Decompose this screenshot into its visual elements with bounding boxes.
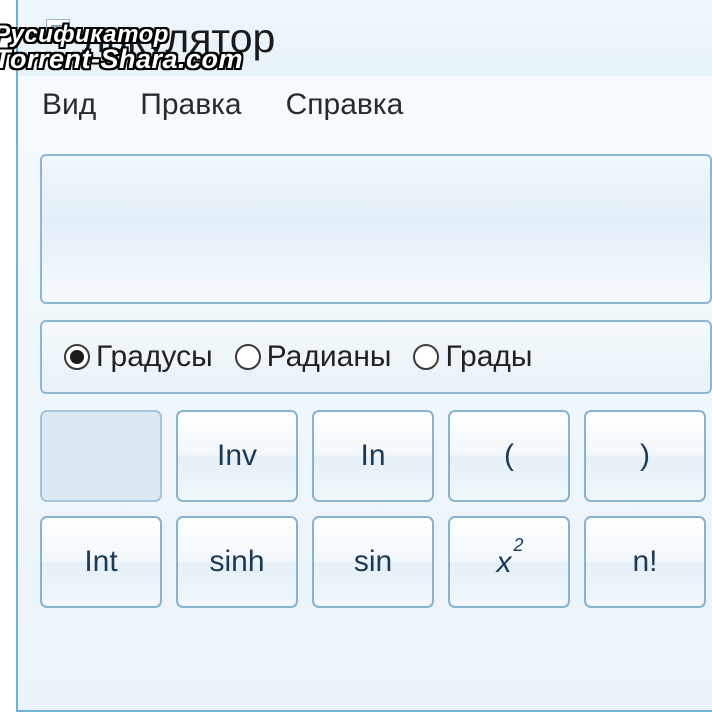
- button-sin[interactable]: sin: [312, 516, 434, 608]
- client-area: Градусы Радианы Грады Inv In ( ) Int sin: [28, 142, 712, 620]
- button-close-paren[interactable]: ): [584, 410, 706, 502]
- button-open-paren[interactable]: (: [448, 410, 570, 502]
- watermark: Русификатор Torrent-Shara.com: [0, 24, 243, 72]
- radio-degrees[interactable]: Градусы: [64, 340, 213, 374]
- radio-radians[interactable]: Радианы: [235, 340, 392, 374]
- radio-dot-icon: [235, 344, 261, 370]
- button-int[interactable]: Int: [40, 516, 162, 608]
- radio-radians-label: Радианы: [267, 340, 392, 374]
- radio-dot-icon: [413, 344, 439, 370]
- radio-dot-icon: [64, 344, 90, 370]
- button-inv[interactable]: Inv: [176, 410, 298, 502]
- menu-view[interactable]: Вид: [42, 88, 96, 122]
- display: [40, 154, 712, 304]
- radio-grads[interactable]: Грады: [413, 340, 532, 374]
- keypad: Inv In ( ) Int sinh sin x2 n!: [40, 410, 712, 608]
- button-x-squared[interactable]: x2: [448, 516, 570, 608]
- x-squared-base: x: [496, 546, 511, 579]
- menubar: Вид Правка Справка: [18, 76, 712, 134]
- radio-degrees-label: Градусы: [96, 340, 213, 374]
- calculator-window: лькулятор Вид Правка Справка Градусы Рад…: [16, 0, 712, 712]
- button-blank[interactable]: [40, 410, 162, 502]
- menu-help[interactable]: Справка: [286, 88, 404, 122]
- menu-edit[interactable]: Правка: [140, 88, 241, 122]
- x-squared-exp: 2: [513, 535, 523, 555]
- button-factorial[interactable]: n!: [584, 516, 706, 608]
- radio-grads-label: Грады: [445, 340, 532, 374]
- button-sinh[interactable]: sinh: [176, 516, 298, 608]
- angle-mode-group: Градусы Радианы Грады: [40, 320, 712, 394]
- button-ln[interactable]: In: [312, 410, 434, 502]
- watermark-line2: Torrent-Shara.com: [0, 47, 243, 73]
